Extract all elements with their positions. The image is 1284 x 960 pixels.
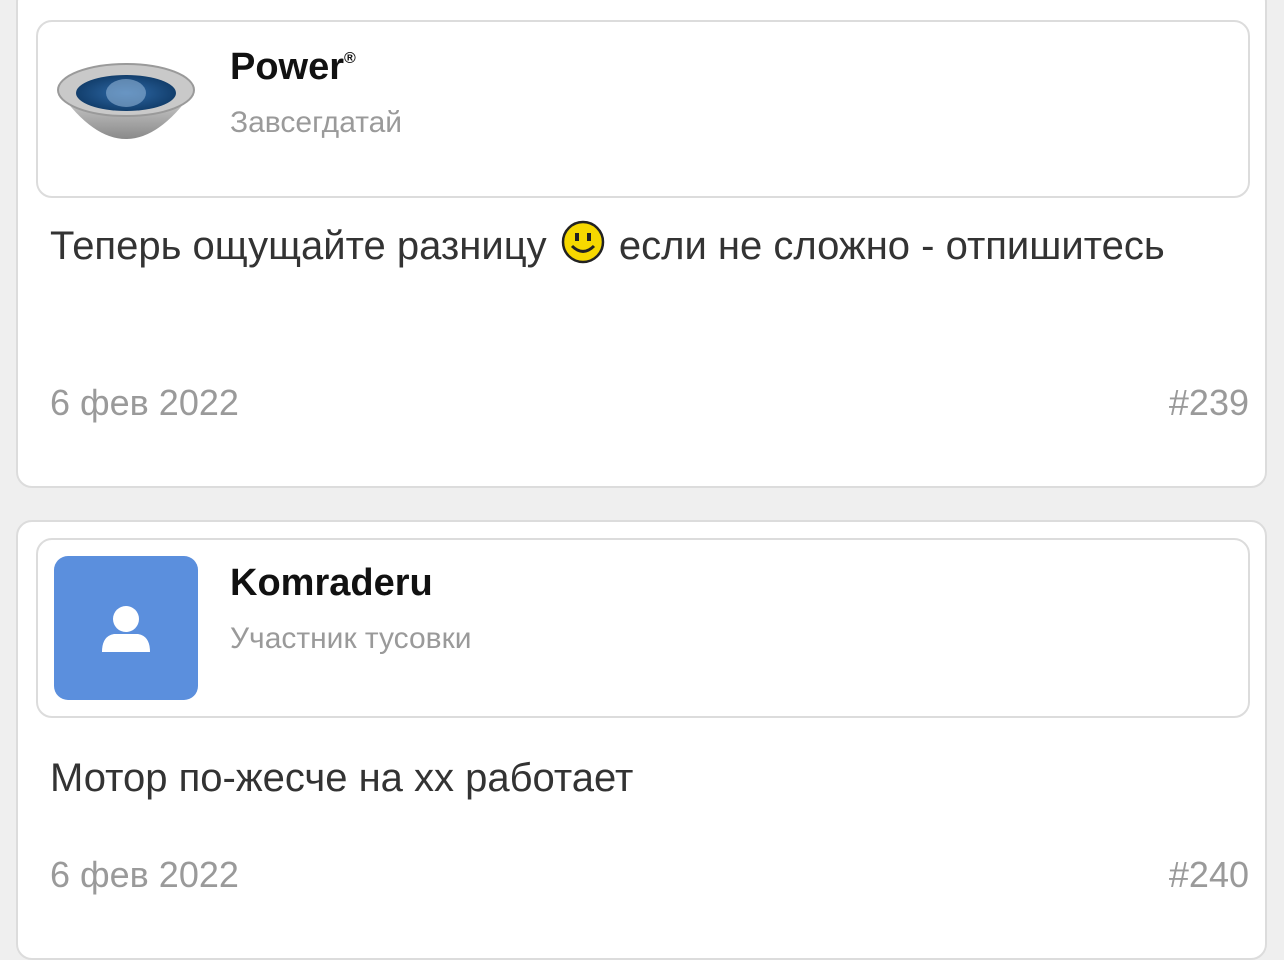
- post-239: Power® Завсегдатай Теперь ощущайте разни…: [16, 0, 1267, 488]
- username[interactable]: Komraderu: [230, 562, 433, 605]
- username[interactable]: Power®: [230, 46, 356, 89]
- post-message: Теперь ощущайте разницу если не сложно -…: [50, 216, 1210, 276]
- post-number-link[interactable]: #240: [1169, 854, 1249, 896]
- post-message: Мотор по-жесче на хх работает: [50, 756, 634, 800]
- smiley-icon: [560, 219, 606, 265]
- default-user-avatar-icon[interactable]: [54, 556, 198, 700]
- post-240: Komraderu Участник тусовки Мотор по-жесч…: [16, 520, 1267, 960]
- post-number-link[interactable]: #239: [1169, 382, 1249, 424]
- registered-mark: ®: [344, 50, 356, 67]
- user-rank: Участник тусовки: [230, 622, 472, 655]
- post-date: 6 фев 2022: [50, 382, 239, 423]
- post-date: 6 фев 2022: [50, 854, 239, 895]
- user-rank: Завсегдатай: [230, 106, 403, 139]
- user-card[interactable]: Power® Завсегдатай: [36, 20, 1250, 198]
- steel-bowl-avatar-icon[interactable]: [54, 38, 198, 182]
- user-card[interactable]: Komraderu Участник тусовки: [36, 538, 1250, 718]
